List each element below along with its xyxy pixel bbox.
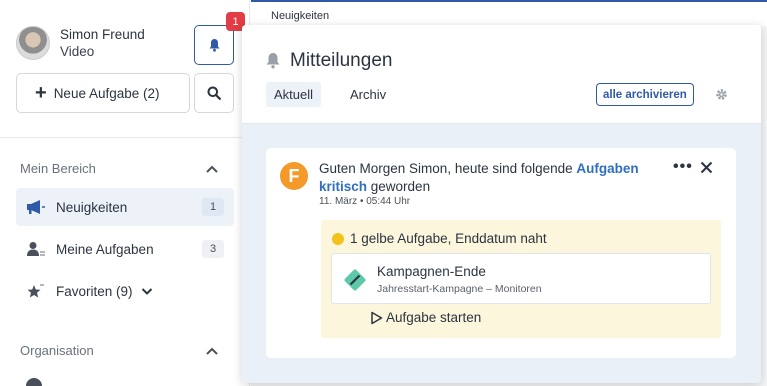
yellow-status-dot [332, 233, 344, 245]
panel-header: Mitteilungen Aktuell Archiv alle archivi… [242, 25, 761, 124]
nav-count-badge: 1 [202, 198, 224, 216]
report-icon [26, 378, 42, 386]
user-role: Video [60, 44, 95, 59]
sender-logo: F [280, 162, 308, 190]
notifications-button[interactable] [194, 25, 234, 65]
more-options-icon[interactable]: ••• [673, 158, 693, 176]
breadcrumb: Neuigkeiten [271, 10, 330, 22]
start-task-button[interactable]: Aufgabe starten [370, 310, 481, 325]
nav-count-badge: 3 [202, 240, 224, 258]
tab-archiv[interactable]: Archiv [342, 82, 394, 107]
panel-body: F Guten Morgen Simon, heute sind folgend… [242, 124, 761, 383]
tab-aktuell[interactable]: Aktuell [266, 82, 322, 107]
chevron-up-icon[interactable] [205, 346, 219, 356]
bell-icon [209, 39, 219, 52]
sidebar-item-meine-aufgaben[interactable]: Meine Aufgaben 3 [16, 230, 234, 268]
task-group-label: 1 gelbe Aufgabe, Enddatum naht [350, 231, 547, 246]
user-name: Simon Freund [60, 27, 145, 42]
user-icon [26, 240, 46, 258]
campaign-icon [344, 269, 366, 291]
bell-icon [266, 53, 280, 69]
panel-title: Mitteilungen [290, 50, 393, 71]
sidebar-item-label: Neuigkeiten [56, 199, 128, 215]
search-icon [207, 86, 221, 100]
sidebar-divider [0, 137, 250, 138]
notification-message: Guten Morgen Simon, heute sind folgende … [319, 160, 669, 196]
message-text-end: geworden [367, 179, 431, 194]
notification-card[interactable]: F Guten Morgen Simon, heute sind folgend… [266, 148, 736, 358]
sidebar-item-label: Meine Aufgaben [56, 241, 154, 257]
plus-icon: + [35, 82, 47, 104]
new-task-label: Neue Aufgabe (2) [53, 85, 160, 101]
chevron-down-icon[interactable] [141, 287, 153, 296]
avatar[interactable] [16, 26, 50, 60]
sidebar-item-label: Favoriten (9) [56, 283, 133, 299]
play-icon [371, 311, 383, 324]
search-button[interactable] [194, 73, 234, 113]
task-card[interactable]: Kampagnen-Ende Jahresstart-Kampagne – Mo… [331, 253, 711, 304]
new-task-button[interactable]: + Neue Aufgabe (2) [16, 73, 190, 113]
message-text: Guten Morgen Simon, heute sind folgende [319, 161, 577, 176]
task-group: 1 gelbe Aufgabe, Enddatum naht Kampagnen… [321, 220, 721, 338]
archive-all-button[interactable]: alle archivieren [596, 83, 694, 106]
sidebar-item-favoriten[interactable]: Favoriten (9) [16, 272, 234, 310]
gear-icon[interactable] [715, 88, 728, 101]
sidebar: Simon Freund Video 1 + Neue Aufgabe (2) … [0, 0, 250, 386]
sidebar-item-neuigkeiten[interactable]: Neuigkeiten 1 [16, 188, 234, 226]
close-icon[interactable] [700, 161, 713, 174]
star-icon [26, 282, 46, 300]
user-profile[interactable]: Simon Freund Video [16, 26, 145, 60]
section-title-mine: Mein Bereich [20, 161, 96, 176]
chevron-up-icon[interactable] [205, 164, 219, 174]
megaphone-icon [26, 198, 46, 216]
section-title-org: Organisation [20, 343, 94, 358]
start-task-label: Aufgabe starten [386, 310, 482, 325]
task-subtitle: Jahresstart-Kampagne – Monitoren [377, 283, 542, 295]
notifications-panel: Mitteilungen Aktuell Archiv alle archivi… [242, 25, 761, 383]
notification-time: 11. März • 05:44 Uhr [319, 196, 411, 207]
task-title: Kampagnen-Ende [377, 264, 486, 279]
